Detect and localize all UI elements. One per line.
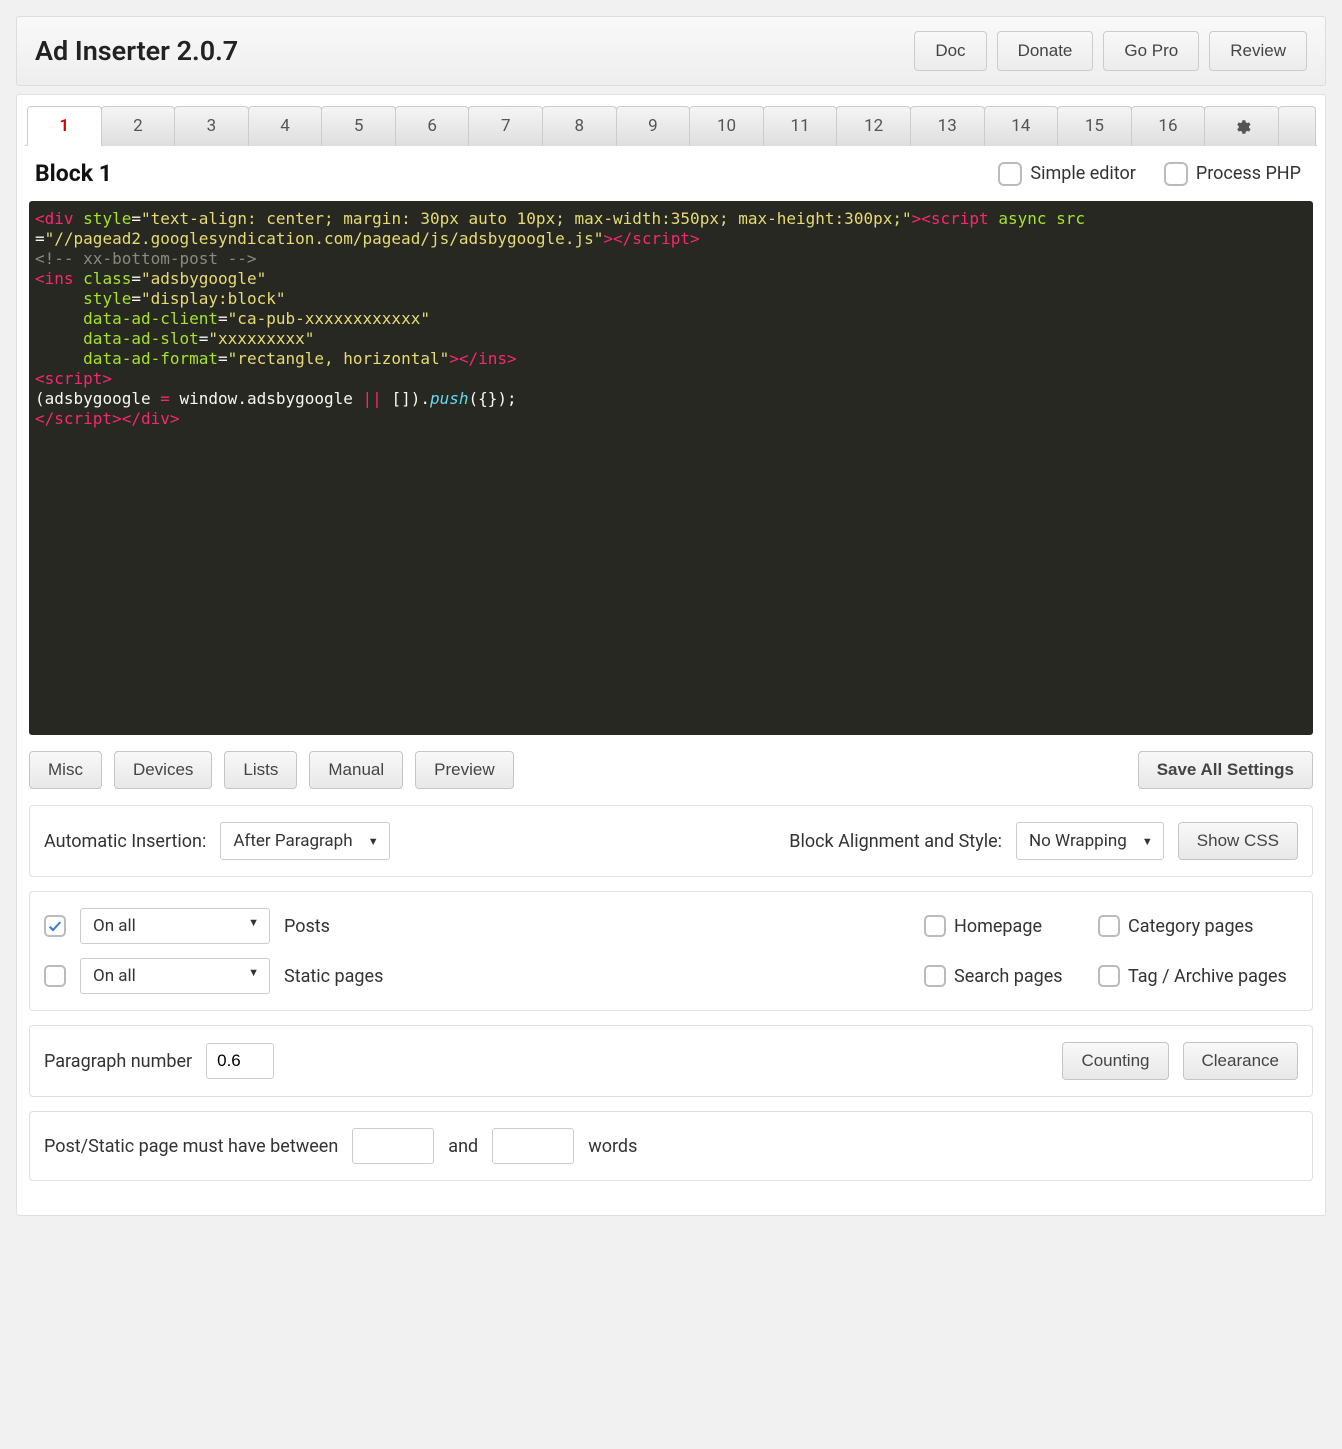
tab-13[interactable]: 13 (910, 106, 985, 146)
static-select[interactable]: On all (80, 958, 270, 994)
tab-7[interactable]: 7 (468, 106, 543, 146)
counting-button[interactable]: Counting (1062, 1042, 1168, 1080)
paragraph-number-label: Paragraph number (44, 1051, 192, 1072)
static-checkbox[interactable] (44, 965, 66, 987)
tab-12[interactable]: 12 (836, 106, 911, 146)
tag-label: Tag / Archive pages (1128, 966, 1287, 987)
tab-11[interactable]: 11 (763, 106, 838, 146)
tab-16[interactable]: 16 (1131, 106, 1206, 146)
words-row: Post/Static page must have between and w… (29, 1111, 1313, 1181)
words-prefix: Post/Static page must have between (44, 1136, 338, 1157)
devices-button[interactable]: Devices (114, 751, 212, 789)
manual-button[interactable]: Manual (309, 751, 403, 789)
lists-button[interactable]: Lists (224, 751, 297, 789)
preview-button[interactable]: Preview (415, 751, 513, 789)
gopro-button[interactable]: Go Pro (1103, 31, 1199, 71)
words-min-input[interactable] (352, 1128, 434, 1164)
static-select-value: On all (93, 966, 136, 986)
tab-3[interactable]: 3 (174, 106, 249, 146)
auto-insertion-select[interactable]: After Paragraph (220, 822, 389, 860)
posts-select-value: On all (93, 916, 136, 936)
tab-14[interactable]: 14 (984, 106, 1059, 146)
posts-select[interactable]: On all (80, 908, 270, 944)
process-php-label: Process PHP (1196, 163, 1301, 184)
paragraph-number-input[interactable] (206, 1043, 274, 1079)
search-checkbox[interactable] (924, 965, 946, 987)
review-button[interactable]: Review (1209, 31, 1307, 71)
posts-line: On all Posts Homepage Category pages (44, 908, 1298, 944)
tab-settings[interactable] (1204, 106, 1279, 146)
clearance-button[interactable]: Clearance (1183, 1042, 1299, 1080)
app-title: Ad Inserter 2.0.7 (35, 35, 238, 67)
header-buttons: Doc Donate Go Pro Review (914, 31, 1307, 71)
save-all-button[interactable]: Save All Settings (1138, 751, 1313, 789)
block-header: Block 1 Simple editor Process PHP (25, 158, 1317, 201)
donate-button[interactable]: Donate (997, 31, 1094, 71)
tab-extra[interactable] (1278, 106, 1316, 146)
tab-9[interactable]: 9 (616, 106, 691, 146)
tab-bar: 1 2 3 4 5 6 7 8 9 10 11 12 13 14 15 16 (25, 105, 1317, 146)
code-editor[interactable]: <div style="text-align: center; margin: … (29, 201, 1313, 735)
homepage-label: Homepage (954, 916, 1042, 937)
paragraph-row: Paragraph number Counting Clearance (29, 1025, 1313, 1097)
words-mid: and (448, 1136, 478, 1157)
search-label: Search pages (954, 966, 1063, 987)
static-line: On all Static pages Search pages Tag / A… (44, 958, 1298, 994)
tab-4[interactable]: 4 (248, 106, 323, 146)
main-panel: 1 2 3 4 5 6 7 8 9 10 11 12 13 14 15 16 B… (16, 94, 1326, 1216)
block-alignment-label: Block Alignment and Style: (789, 831, 1002, 852)
block-alignment-value: No Wrapping (1029, 831, 1127, 851)
tag-checkbox[interactable] (1098, 965, 1120, 987)
misc-button[interactable]: Misc (29, 751, 102, 789)
simple-editor-label: Simple editor (1030, 163, 1136, 184)
section-buttons: Misc Devices Lists Manual Preview Save A… (25, 751, 1317, 805)
header-panel: Ad Inserter 2.0.7 Doc Donate Go Pro Revi… (16, 16, 1326, 86)
tab-1[interactable]: 1 (27, 106, 102, 146)
words-suffix: words (588, 1136, 637, 1157)
block-title: Block 1 (35, 160, 112, 187)
insertion-row: Automatic Insertion: After Paragraph Blo… (29, 805, 1313, 877)
homepage-checkbox[interactable] (924, 915, 946, 937)
tab-6[interactable]: 6 (395, 106, 470, 146)
tab-10[interactable]: 10 (689, 106, 764, 146)
tab-15[interactable]: 15 (1057, 106, 1132, 146)
process-php-checkbox[interactable] (1164, 162, 1188, 186)
doc-button[interactable]: Doc (914, 31, 986, 71)
posts-label: Posts (284, 916, 414, 937)
category-checkbox[interactable] (1098, 915, 1120, 937)
words-max-input[interactable] (492, 1128, 574, 1164)
block-alignment-select[interactable]: No Wrapping (1016, 822, 1164, 860)
show-css-button[interactable]: Show CSS (1178, 822, 1298, 860)
posts-checkbox[interactable] (44, 915, 66, 937)
pages-row: On all Posts Homepage Category pages On … (29, 891, 1313, 1011)
tab-2[interactable]: 2 (101, 106, 176, 146)
auto-insertion-label: Automatic Insertion: (44, 831, 206, 852)
auto-insertion-value: After Paragraph (233, 831, 352, 851)
simple-editor-checkbox[interactable] (998, 162, 1022, 186)
gear-icon (1233, 118, 1251, 136)
tab-5[interactable]: 5 (321, 106, 396, 146)
category-label: Category pages (1128, 916, 1253, 937)
tab-8[interactable]: 8 (542, 106, 617, 146)
static-label: Static pages (284, 966, 414, 987)
